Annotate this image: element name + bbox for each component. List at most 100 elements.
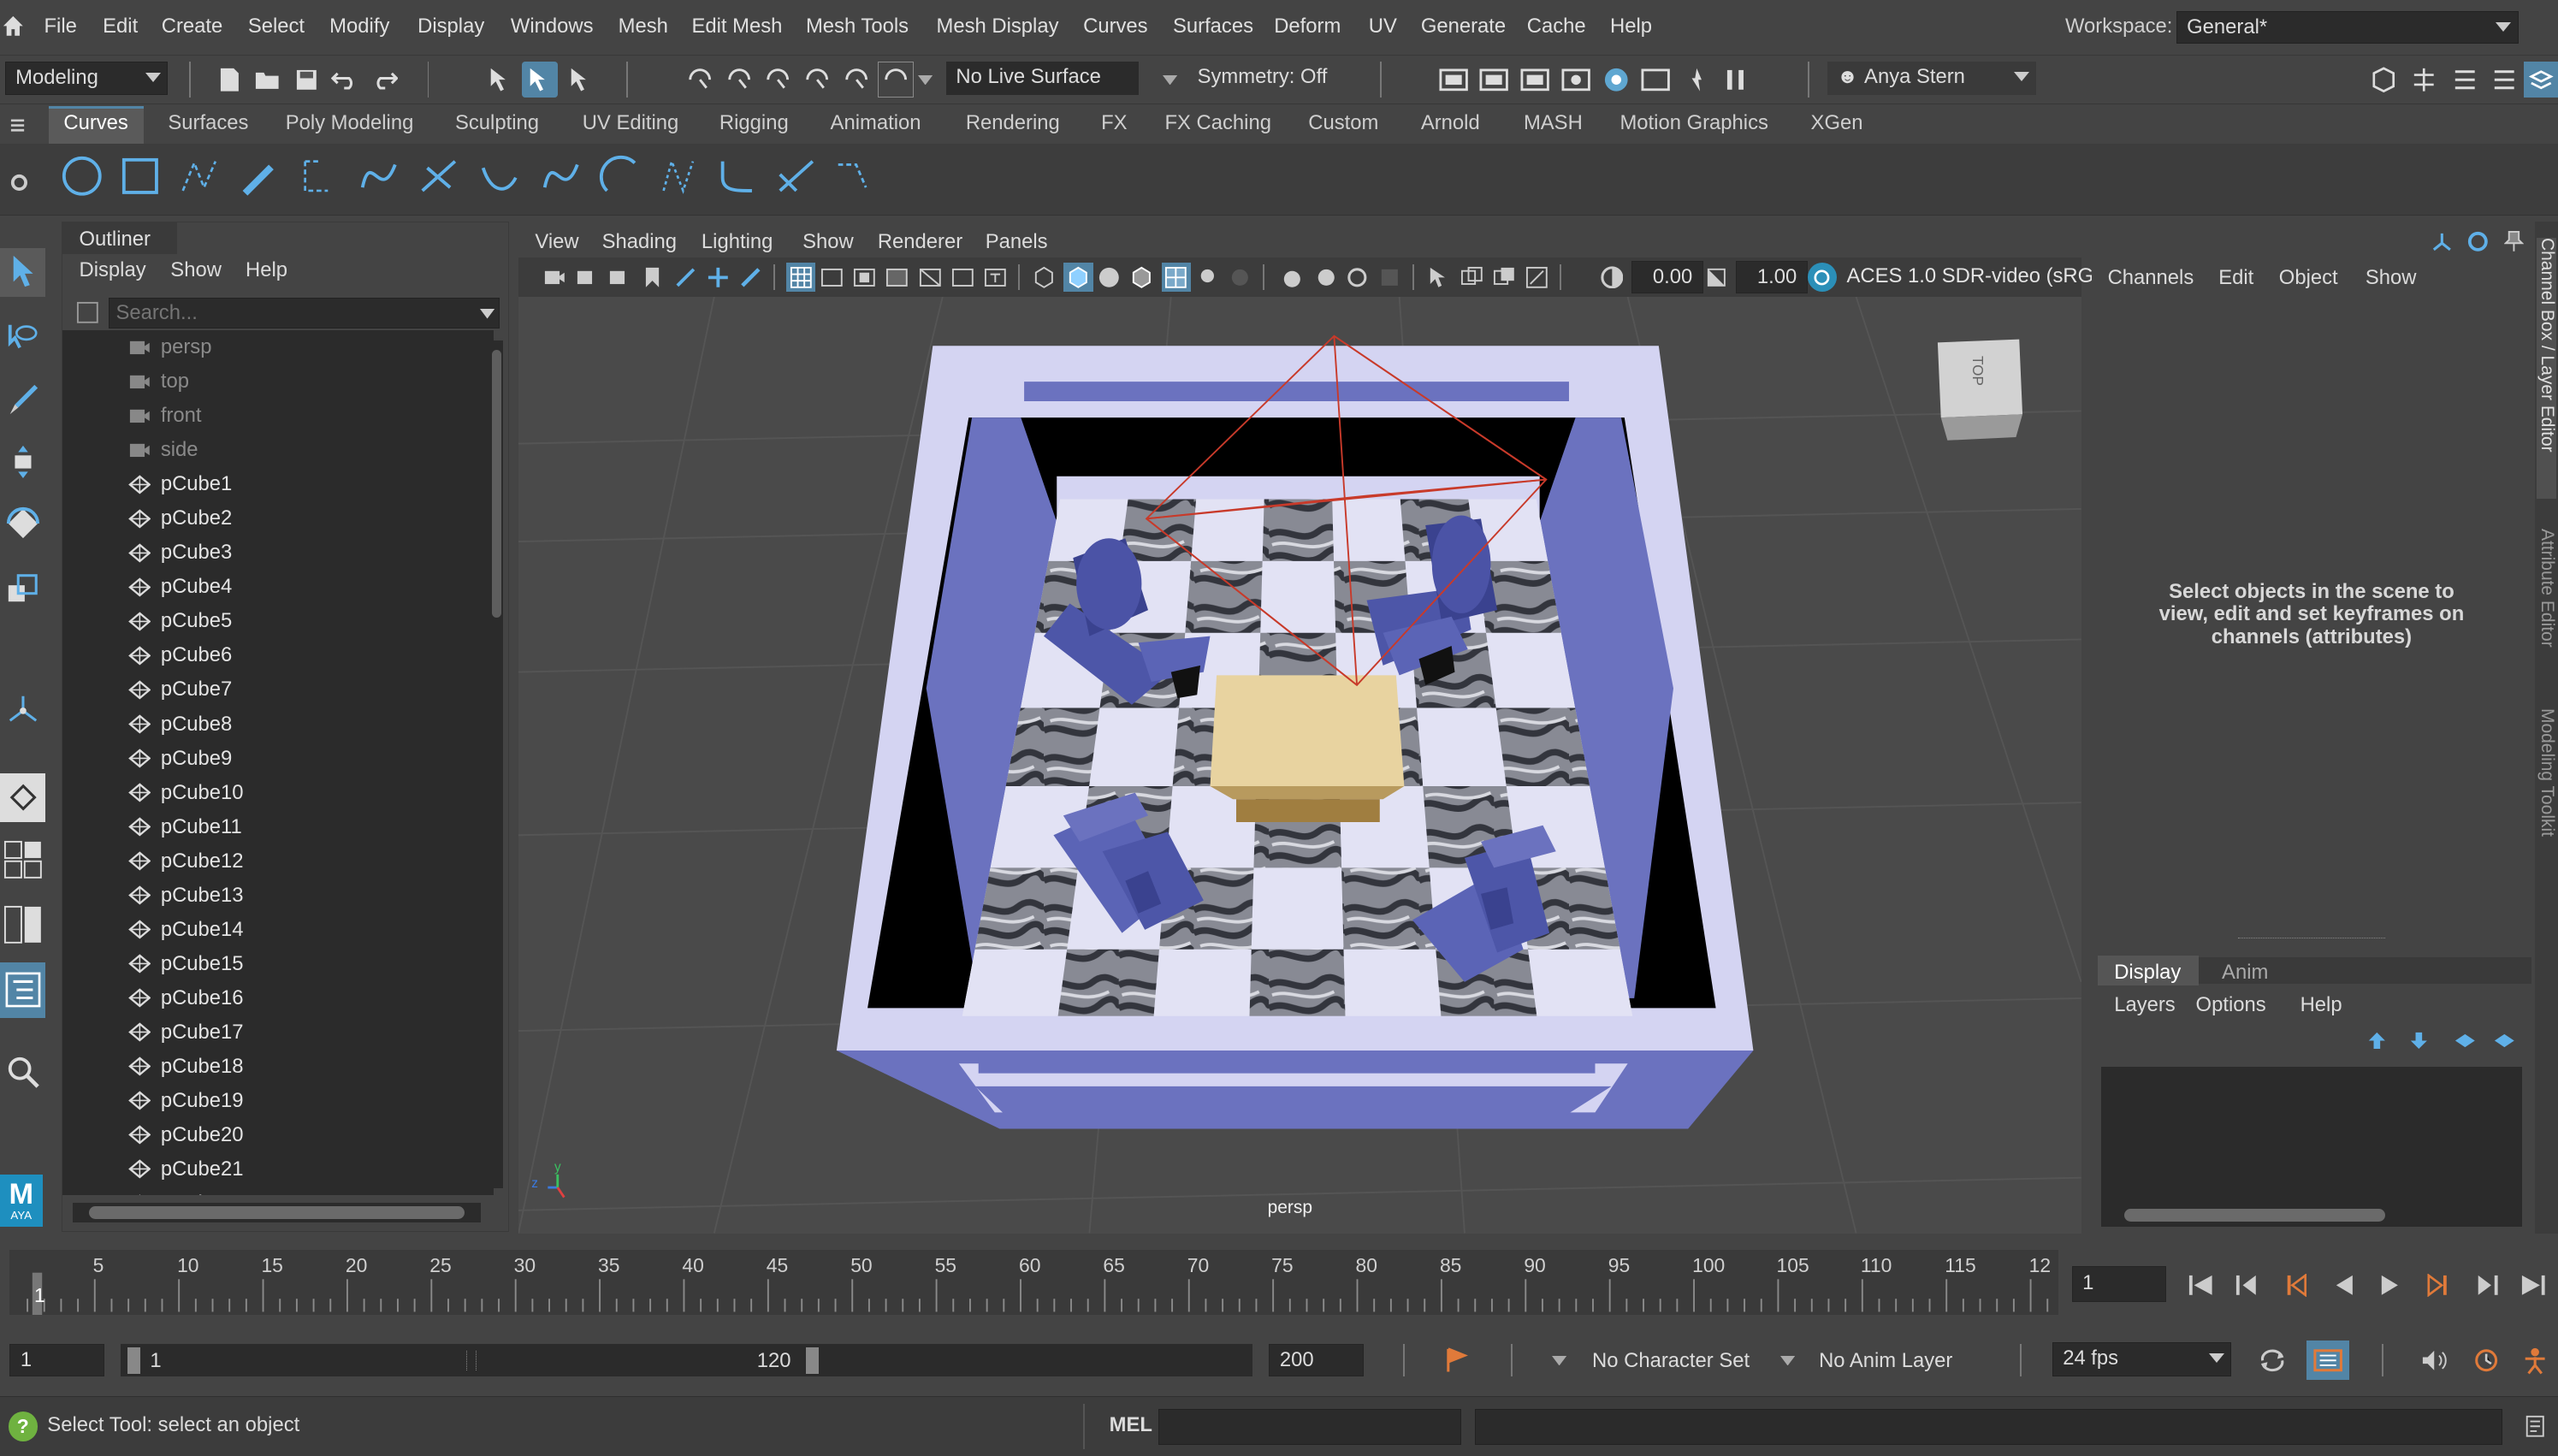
viewport-menu-shading[interactable]: Shading — [602, 230, 677, 254]
arc-tool-icon[interactable] — [597, 153, 642, 198]
viewport-menu-view[interactable]: View — [535, 230, 578, 254]
menu-mesh-display[interactable]: Mesh Display — [937, 15, 1059, 38]
shelf-tab-custom[interactable]: Custom — [1308, 111, 1378, 135]
live-surface-field[interactable]: No Live Surface — [945, 62, 1139, 95]
scale-tool-icon[interactable] — [0, 565, 45, 613]
xray-joints-icon[interactable] — [1524, 264, 1550, 291]
textured-icon[interactable] — [1161, 262, 1191, 293]
safe-action-icon[interactable] — [950, 264, 976, 291]
select-tool-icon[interactable] — [0, 247, 46, 298]
character-set-dropdown[interactable]: No Character Set — [1592, 1349, 1750, 1373]
outliner-item-pcube20[interactable]: pCube20 — [62, 1118, 493, 1152]
isolate-select-icon[interactable] — [1426, 264, 1453, 291]
ep-curve-icon[interactable] — [297, 153, 342, 198]
range-drag-grip[interactable] — [466, 1350, 477, 1370]
shelf-tab-sculpting[interactable]: Sculpting — [455, 111, 539, 135]
gamma-icon[interactable] — [1703, 264, 1730, 291]
outliner-item-pcube16[interactable]: pCube16 — [62, 981, 493, 1015]
side-tab-attribute-editor[interactable]: Attribute Editor — [2537, 529, 2557, 676]
shelf-menu-icon[interactable] — [7, 114, 30, 137]
smooth-shade-icon[interactable] — [1063, 262, 1093, 293]
manipulator-icon[interactable] — [0, 685, 45, 734]
screen-space-ao-icon[interactable] — [1279, 264, 1306, 291]
outliner-item-front[interactable]: front — [62, 399, 493, 433]
make-live-icon[interactable] — [877, 62, 914, 98]
shelf-tab-curves[interactable]: Curves — [63, 111, 127, 135]
outliner-item-pcube11[interactable]: pCube11 — [62, 810, 493, 844]
outliner-item-pcube9[interactable]: pCube9 — [62, 742, 493, 776]
range-start-handle[interactable] — [127, 1347, 140, 1374]
user-login-dropdown[interactable]: ☻ Anya Stern — [1827, 62, 2036, 95]
menu-display[interactable]: Display — [417, 15, 484, 38]
fillet-curve-icon[interactable] — [714, 153, 760, 198]
channel-menu-channels[interactable]: Channels — [2108, 266, 2194, 290]
scene-canvas[interactable]: z y — [518, 297, 2082, 1234]
shelf-tab-arnold[interactable]: Arnold — [1421, 111, 1480, 135]
shelf-tab-animation[interactable]: Animation — [831, 111, 921, 135]
grease-pencil-icon[interactable] — [737, 264, 764, 291]
render-frame-icon[interactable] — [1477, 63, 1513, 96]
outliner-search-input[interactable] — [108, 298, 500, 329]
gear-icon[interactable] — [7, 169, 33, 196]
shelf-tab-uv-editing[interactable]: UV Editing — [583, 111, 679, 135]
bezier-curve-icon[interactable] — [356, 153, 401, 198]
layer-tab-anim[interactable]: Anim — [2222, 961, 2268, 985]
menu-select[interactable]: Select — [248, 15, 305, 38]
menu-curves[interactable]: Curves — [1083, 15, 1147, 38]
play-backwards-icon[interactable] — [2326, 1269, 2362, 1301]
side-tab-modeling-toolkit[interactable]: Modeling Toolkit — [2537, 708, 2557, 888]
channel-menu-edit[interactable]: Edit — [2218, 266, 2253, 290]
snap-curve-icon[interactable] — [721, 62, 757, 98]
anim-layer-dropdown[interactable]: No Anim Layer — [1819, 1349, 1952, 1373]
open-scene-icon[interactable] — [253, 63, 282, 96]
command-language-label[interactable]: MEL — [1110, 1413, 1152, 1437]
auto-key-icon[interactable] — [1442, 1344, 1471, 1376]
shelf-tab-rigging[interactable]: Rigging — [719, 111, 789, 135]
layer-hscrollbar[interactable] — [2100, 1204, 2522, 1227]
menu-modify[interactable]: Modify — [329, 15, 389, 38]
shelf-tab-fx-caching[interactable]: FX Caching — [1164, 111, 1271, 135]
menu-help[interactable]: Help — [1610, 15, 1652, 38]
outliner-item-pcube10[interactable]: pCube10 — [62, 776, 493, 810]
chevron-down-icon[interactable] — [1778, 1354, 1797, 1367]
bookmark-icon[interactable] — [639, 264, 666, 291]
layer-menu-help[interactable]: Help — [2300, 993, 2342, 1017]
snap-point-icon[interactable] — [761, 62, 796, 98]
filter-icon[interactable] — [73, 299, 102, 326]
camera-select-icon[interactable] — [542, 264, 568, 291]
outliner-layout-icon[interactable] — [0, 962, 46, 1018]
snap-grid-icon[interactable] — [682, 62, 718, 98]
shadows-icon[interactable] — [1227, 264, 1253, 291]
exposure-icon[interactable] — [1599, 264, 1625, 291]
shelf-tab-surfaces[interactable]: Surfaces — [168, 111, 248, 135]
default-material-icon[interactable] — [1096, 264, 1122, 291]
history-icon[interactable] — [2463, 228, 2492, 255]
outliner-item-top[interactable]: top — [62, 364, 493, 399]
menu-deform[interactable]: Deform — [1274, 15, 1341, 38]
redo-icon[interactable] — [370, 63, 400, 96]
safe-title-icon[interactable] — [982, 264, 1009, 291]
layer-menu-options[interactable]: Options — [2196, 993, 2266, 1017]
gamma-field[interactable]: 1.00 — [1735, 261, 1808, 294]
outliner-item-pcube2[interactable]: pCube2 — [62, 501, 493, 536]
menu-cache[interactable]: Cache — [1527, 15, 1586, 38]
side-tab-channel-box[interactable]: Channel Box / Layer Editor — [2537, 238, 2557, 500]
channel-box-toggle-icon[interactable] — [2486, 63, 2522, 96]
render-view-icon[interactable] — [1436, 63, 1471, 96]
step-back-frame-icon[interactable] — [2277, 1269, 2313, 1301]
film-gate-icon[interactable] — [819, 264, 845, 291]
motion-blur-icon[interactable] — [1312, 264, 1338, 291]
light-editor-icon[interactable] — [1679, 63, 1714, 96]
persp-graph-layout-icon[interactable] — [0, 901, 45, 950]
outliner-item-pcube3[interactable]: pCube3 — [62, 536, 493, 570]
loop-icon[interactable] — [2254, 1344, 2290, 1376]
outliner-item-pcube5[interactable]: pCube5 — [62, 604, 493, 638]
select-hierarchy-icon[interactable] — [483, 62, 518, 98]
save-scene-icon[interactable] — [292, 63, 321, 96]
select-object-icon[interactable] — [522, 62, 559, 98]
menu-generate[interactable]: Generate — [1421, 15, 1506, 38]
menuset-dropdown[interactable]: Modeling — [4, 62, 169, 95]
image-plane-icon[interactable] — [672, 264, 699, 291]
outliner-item-pcube22[interactable]: pCube22 — [62, 1187, 493, 1195]
paint-select-icon[interactable] — [0, 376, 45, 424]
